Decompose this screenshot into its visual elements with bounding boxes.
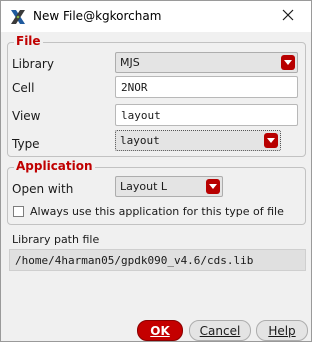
cancel-button-label: Cancel <box>199 323 241 338</box>
window-title: New File@kgkorcham <box>33 9 162 23</box>
always-use-checkbox[interactable] <box>13 206 24 217</box>
library-path-field: /home/4harman05/gpdk090_v4.6/cds.lib <box>9 249 306 271</box>
application-group-title: Application <box>14 159 95 173</box>
ok-button-label: OK <box>150 323 170 338</box>
title-bar: New File@kgkorcham <box>1 1 311 32</box>
cell-label: Cell <box>12 81 35 95</box>
new-file-dialog: New File@kgkorcham File Library MJS Cell… <box>0 0 312 342</box>
type-label: Type <box>12 137 40 151</box>
help-button[interactable]: Help <box>256 320 308 341</box>
library-path-label: Library path file <box>12 233 100 246</box>
cancel-button[interactable]: Cancel <box>189 320 251 341</box>
help-button-label: Help <box>268 323 296 338</box>
application-group: Application Open with Layout L Always us… <box>7 159 306 225</box>
close-icon <box>282 9 294 24</box>
open-with-label: Open with <box>12 182 74 196</box>
always-use-label: Always use this application for this typ… <box>30 205 284 218</box>
ok-button[interactable]: OK <box>137 320 183 341</box>
chevron-down-icon <box>264 133 278 148</box>
library-value: MJS <box>120 56 140 69</box>
chevron-down-icon <box>281 55 295 70</box>
type-combo[interactable]: layout <box>115 130 281 151</box>
open-with-value: Layout L <box>120 180 168 193</box>
close-button[interactable] <box>265 1 311 32</box>
x-logo-icon <box>9 8 27 26</box>
file-group-title: File <box>14 34 43 48</box>
view-field[interactable]: layout <box>115 104 298 126</box>
cell-field[interactable]: 2NOR <box>115 76 298 98</box>
open-with-combo[interactable]: Layout L <box>115 176 223 197</box>
library-combo[interactable]: MJS <box>115 52 298 73</box>
file-group: File Library MJS Cell 2NOR View layout T… <box>7 34 306 157</box>
type-value: layout <box>120 134 160 147</box>
chevron-down-icon <box>206 179 220 194</box>
view-label: View <box>12 109 41 123</box>
library-label: Library <box>12 57 54 71</box>
